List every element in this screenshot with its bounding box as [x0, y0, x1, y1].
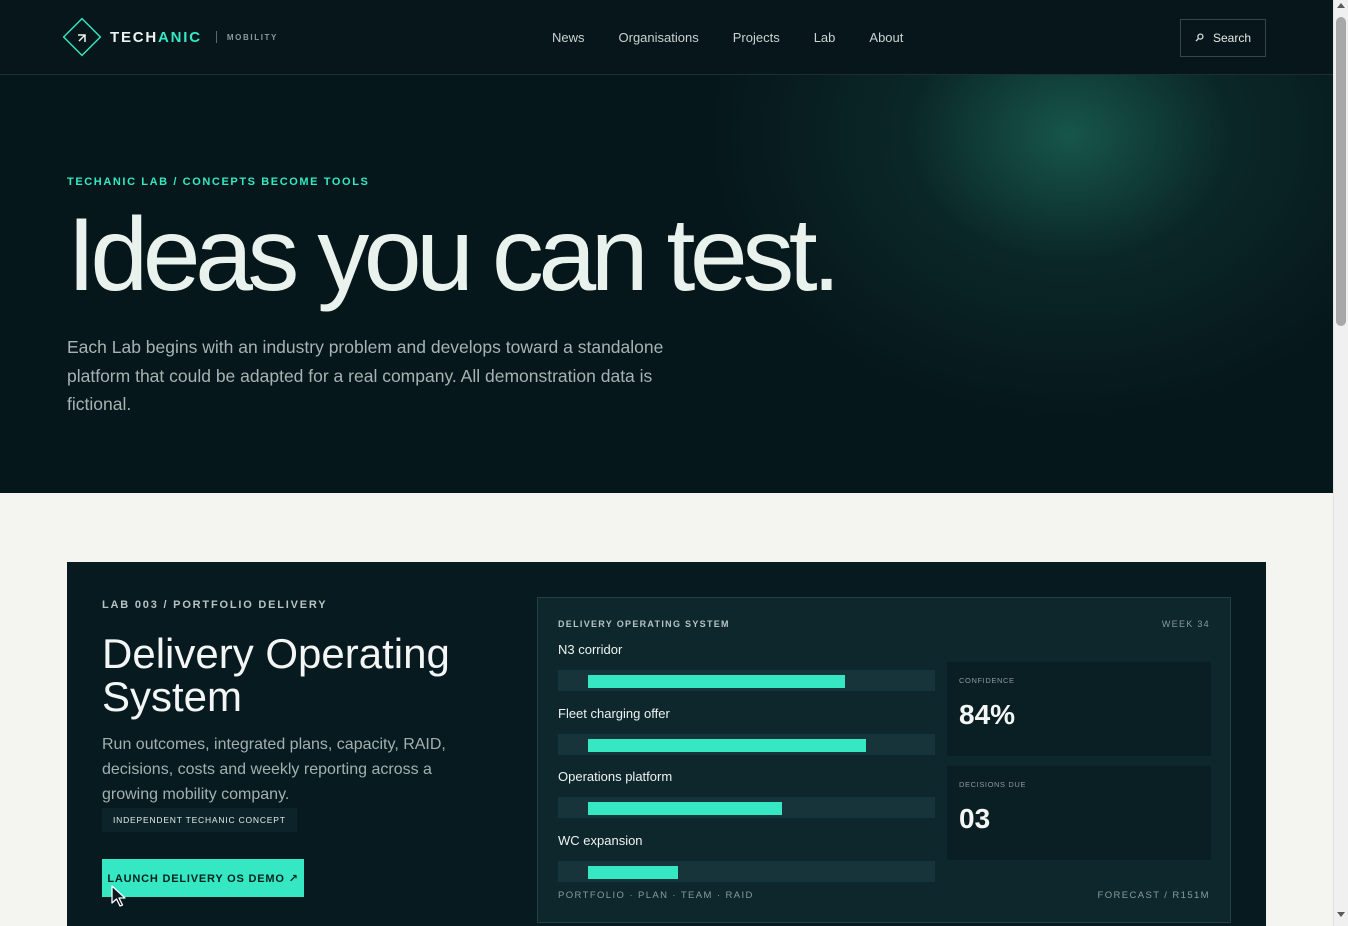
stat-value: 84%	[959, 699, 1016, 730]
search-icon	[1195, 31, 1204, 45]
dashboard-title: DELIVERY OPERATING SYSTEM	[558, 619, 730, 629]
nav-item-lab[interactable]: Lab	[797, 30, 853, 45]
nav-item-news[interactable]: News	[535, 30, 602, 45]
nav-item-projects[interactable]: Projects	[716, 30, 797, 45]
lab-description: Run outcomes, integrated plans, capacity…	[102, 736, 446, 803]
stat-card-decisions: DECISIONS DUE 03	[947, 766, 1211, 860]
progress-fill	[588, 738, 866, 752]
stat-value: 03	[959, 803, 991, 834]
lab-kicker: LAB 003 / PORTFOLIO DELIVERY	[102, 599, 328, 611]
logo-wordmark: TECHANIC	[110, 28, 202, 46]
scroll-up-arrow-icon[interactable]	[1337, 3, 1345, 8]
project-row: Fleet charging offer	[558, 706, 935, 770]
search-button[interactable]: Search	[1180, 19, 1266, 57]
dashboard-preview: DELIVERY OPERATING SYSTEM WEEK 34 N3 cor…	[537, 597, 1231, 923]
mouse-cursor-icon	[109, 884, 131, 908]
logo[interactable]: TECHANIC MOBILITY	[60, 15, 278, 59]
progress-track	[558, 860, 935, 882]
project-name: WC expansion	[558, 832, 643, 848]
project-name: Fleet charging offer	[558, 705, 670, 721]
logo-subtitle: MOBILITY	[226, 32, 278, 42]
logo-divider	[215, 31, 217, 43]
project-list: N3 corridor Fleet charging offer Operati…	[558, 642, 935, 896]
scrollbar-thumb[interactable]	[1336, 17, 1346, 326]
lab-title: Delivery Operating System	[102, 630, 450, 720]
project-row: N3 corridor	[558, 642, 935, 706]
dashboard-footer-modules: PORTFOLIO · PLAN · TEAM · RAID	[558, 890, 754, 901]
hero-title: Ideas you can test.	[67, 197, 841, 313]
project-row: Operations platform	[558, 769, 935, 833]
site-header: TECHANIC MOBILITY News Organisations Pro…	[0, 0, 1333, 75]
lab-card: LAB 003 / PORTFOLIO DELIVERY Delivery Op…	[67, 562, 1266, 926]
logo-mark-icon	[60, 15, 104, 59]
stat-card-confidence: CONFIDENCE 84%	[947, 662, 1211, 756]
stat-label: CONFIDENCE	[959, 676, 1015, 685]
project-name: Operations platform	[558, 769, 673, 784]
search-label: Search	[1212, 31, 1252, 45]
progress-track	[558, 797, 935, 818]
page: TECHANIC MOBILITY News Organisations Pro…	[0, 0, 1333, 926]
progress-fill	[588, 865, 678, 879]
page-scrollbar[interactable]	[1333, 0, 1348, 926]
project-name: N3 corridor	[558, 642, 623, 657]
hero-description: Each Lab begins with an industry problem…	[67, 337, 664, 414]
main-nav: News Organisations Projects Lab About	[535, 0, 920, 75]
project-row: WC expansion	[558, 833, 935, 897]
hero-kicker: TECHANIC LAB / CONCEPTS BECOME TOOLS	[67, 176, 370, 188]
dashboard-week: WEEK 34	[1161, 619, 1210, 629]
dashboard-footer-forecast: FORECAST / R151M	[1097, 890, 1210, 901]
nav-item-organisations[interactable]: Organisations	[602, 30, 716, 45]
hero-section: TECHANIC LAB / CONCEPTS BECOME TOOLS Ide…	[0, 75, 1333, 493]
progress-fill	[588, 675, 845, 688]
concept-badge: INDEPENDENT TECHANIC CONCEPT	[102, 808, 297, 832]
stat-label: DECISIONS DUE	[959, 780, 1026, 789]
scroll-down-arrow-icon[interactable]	[1337, 912, 1345, 917]
launch-demo-button[interactable]: LAUNCH DELIVERY OS DEMO ↗	[102, 859, 304, 897]
progress-track	[558, 670, 935, 691]
progress-track	[558, 733, 935, 755]
progress-fill	[588, 802, 782, 815]
nav-item-about[interactable]: About	[852, 30, 920, 45]
